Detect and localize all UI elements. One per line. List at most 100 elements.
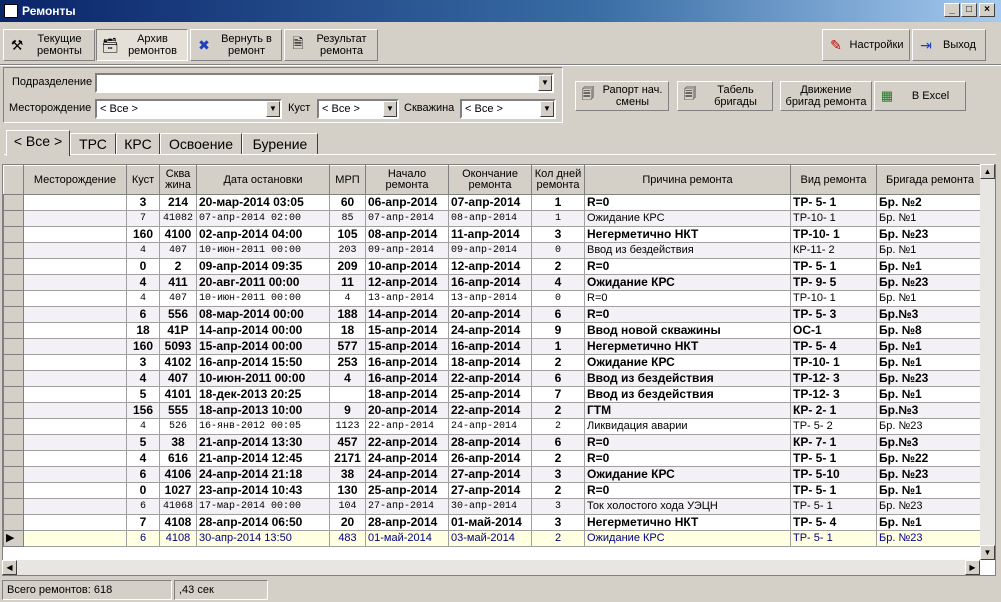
table-row[interactable]: 4 411 20-авг-2011 00:00 11 12-апр-2014 16-апр… xyxy=(3,274,984,291)
table-row[interactable]: 18 41Р 14-апр-2014 00:00 18 15-апр-2014 24-ап… xyxy=(3,322,984,339)
table-cell[interactable]: 24-апр-2014 xyxy=(365,466,449,483)
table-cell[interactable]: 6 xyxy=(126,530,160,547)
table-cell[interactable]: R=0 xyxy=(584,306,791,323)
tab-development[interactable]: Освоение xyxy=(160,133,242,155)
row-indicator[interactable] xyxy=(3,434,24,451)
table-cell[interactable]: 160 xyxy=(126,226,160,243)
table-cell[interactable]: 02-апр-2014 04:00 xyxy=(196,226,330,243)
table-cell[interactable]: 30-апр-2014 xyxy=(448,498,532,515)
row-indicator[interactable] xyxy=(3,258,24,275)
table-cell[interactable]: 4 xyxy=(126,418,160,435)
table-cell[interactable]: ГТМ xyxy=(584,402,791,419)
table-cell[interactable] xyxy=(23,498,127,515)
table-cell[interactable]: 28-апр-2014 06:50 xyxy=(196,514,330,531)
table-cell[interactable]: 1027 xyxy=(159,482,197,499)
table-cell[interactable]: 4 xyxy=(329,290,366,307)
table-cell[interactable]: 41068 xyxy=(159,498,197,515)
scroll-right-button[interactable]: ▶ xyxy=(965,560,980,575)
table-cell[interactable]: 407 xyxy=(159,290,197,307)
table-cell[interactable]: 4 xyxy=(531,274,585,291)
maximize-button[interactable]: □ xyxy=(961,3,977,17)
table-cell[interactable]: 616 xyxy=(159,450,197,467)
table-cell[interactable]: Бр. №1 xyxy=(876,482,984,499)
row-indicator[interactable] xyxy=(3,514,24,531)
table-cell[interactable]: 24-апр-2014 xyxy=(448,322,532,339)
table-cell[interactable]: 24-апр-2014 xyxy=(448,418,532,435)
table-cell[interactable] xyxy=(23,306,127,323)
row-indicator[interactable] xyxy=(3,242,24,259)
table-cell[interactable]: 06-апр-2014 xyxy=(365,194,449,211)
table-cell[interactable]: 1 xyxy=(531,194,585,211)
table-cell[interactable]: Бр. №23 xyxy=(876,466,984,483)
table-cell[interactable]: 27-апр-2014 xyxy=(448,466,532,483)
table-cell[interactable]: 2 xyxy=(531,482,585,499)
table-cell[interactable]: КР- 2- 1 xyxy=(790,402,877,419)
table-cell[interactable]: Бр. №1 xyxy=(876,354,984,371)
table-cell[interactable] xyxy=(23,434,127,451)
table-cell[interactable]: Ток холостого хода УЭЦН xyxy=(584,498,791,515)
table-cell[interactable]: 104 xyxy=(329,498,366,515)
table-cell[interactable]: 12-апр-2014 xyxy=(448,258,532,275)
repair-result-button[interactable]: 🗎 Результат ремонта xyxy=(284,29,378,61)
table-cell[interactable]: Бр. №23 xyxy=(876,226,984,243)
table-cell[interactable]: Бр. №1 xyxy=(876,338,984,355)
current-repairs-button[interactable]: ⚒ Текущие ремонты xyxy=(3,29,95,61)
table-cell[interactable]: Ввод из бездействия xyxy=(584,370,791,387)
table-cell[interactable]: Негерметично НКТ xyxy=(584,514,791,531)
table-cell[interactable]: 2171 xyxy=(329,450,366,467)
table-cell[interactable]: 60 xyxy=(329,194,366,211)
table-cell[interactable] xyxy=(23,194,127,211)
table-cell[interactable]: 22-апр-2014 xyxy=(448,370,532,387)
table-cell[interactable]: 6 xyxy=(126,466,160,483)
table-cell[interactable]: 2 xyxy=(531,418,585,435)
row-indicator[interactable] xyxy=(3,290,24,307)
table-cell[interactable]: 03-май-2014 xyxy=(448,530,532,547)
table-cell[interactable]: 156 xyxy=(126,402,160,419)
table-cell[interactable]: Ожидание КРС xyxy=(584,466,791,483)
table-cell[interactable]: 483 xyxy=(329,530,366,547)
table-cell[interactable]: ТР- 5- 1 xyxy=(790,258,877,275)
column-header[interactable]: Причина ремонта xyxy=(584,165,791,195)
table-row[interactable]: 5 4101 18-дек-2013 20:25 18-апр-2014 25-апр-… xyxy=(3,386,984,403)
column-header[interactable]: Месторождение xyxy=(23,165,127,195)
table-cell[interactable]: 20-апр-2014 xyxy=(365,402,449,419)
table-cell[interactable]: 4 xyxy=(126,274,160,291)
table-cell[interactable]: 16-апр-2014 xyxy=(448,274,532,291)
table-cell[interactable]: R=0 xyxy=(584,482,791,499)
table-cell[interactable]: 01-май-2014 xyxy=(365,530,449,547)
table-cell[interactable]: 14-апр-2014 xyxy=(365,306,449,323)
table-cell[interactable]: 4106 xyxy=(159,466,197,483)
table-cell[interactable] xyxy=(23,242,127,259)
column-header[interactable]: Дата остановки xyxy=(196,165,330,195)
tab-all[interactable]: < Все > xyxy=(6,130,70,156)
table-cell[interactable] xyxy=(23,466,127,483)
table-row[interactable]: 6 41068 17-мар-2014 00:00 104 27-апр-2014 30-… xyxy=(3,498,984,515)
table-row[interactable]: 5 38 21-апр-2014 13:30 457 22-апр-2014 28-апр… xyxy=(3,434,984,451)
table-cell[interactable]: 4100 xyxy=(159,226,197,243)
table-cell[interactable]: 3 xyxy=(531,498,585,515)
table-cell[interactable]: 4102 xyxy=(159,354,197,371)
table-cell[interactable]: 209 xyxy=(329,258,366,275)
table-cell[interactable] xyxy=(23,210,127,227)
table-cell[interactable]: 16-янв-2012 00:05 xyxy=(196,418,330,435)
column-header[interactable]: Вид ремонта xyxy=(790,165,877,195)
table-cell[interactable]: 08-мар-2014 00:00 xyxy=(196,306,330,323)
table-cell[interactable]: ТР-10- 1 xyxy=(790,290,877,307)
table-cell[interactable]: 4 xyxy=(329,370,366,387)
table-cell[interactable]: 203 xyxy=(329,242,366,259)
table-cell[interactable]: 526 xyxy=(159,418,197,435)
table-cell[interactable]: 30-апр-2014 13:50 xyxy=(196,530,330,547)
table-cell[interactable]: 2 xyxy=(531,354,585,371)
chevron-down-icon[interactable]: ▼ xyxy=(266,101,280,117)
tab-drilling[interactable]: Бурение xyxy=(242,133,318,155)
table-cell[interactable]: 25-апр-2014 xyxy=(365,482,449,499)
table-cell[interactable]: 4 xyxy=(126,450,160,467)
table-cell[interactable]: 7 xyxy=(531,386,585,403)
table-cell[interactable]: 16-апр-2014 xyxy=(365,370,449,387)
table-cell[interactable]: 10-июн-2011 00:00 xyxy=(196,290,330,307)
table-row[interactable]: 160 5093 15-апр-2014 00:00 577 15-апр-2014 16… xyxy=(3,338,984,355)
table-cell[interactable]: 20-мар-2014 03:05 xyxy=(196,194,330,211)
table-cell[interactable]: ТР- 5- 1 xyxy=(790,530,877,547)
table-cell[interactable]: 253 xyxy=(329,354,366,371)
table-cell[interactable]: 18-апр-2014 xyxy=(365,386,449,403)
